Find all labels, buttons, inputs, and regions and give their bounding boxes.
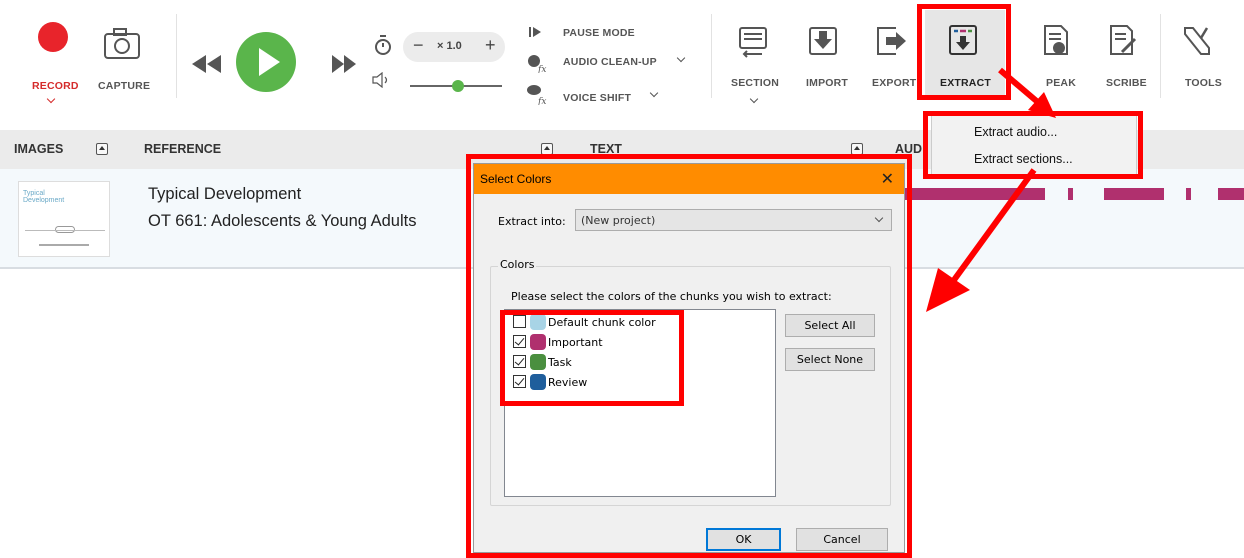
annotation-arrows xyxy=(926,67,1056,312)
arrow-menu-to-dialog xyxy=(926,168,1037,312)
arrow-extract-to-menu xyxy=(998,67,1056,118)
